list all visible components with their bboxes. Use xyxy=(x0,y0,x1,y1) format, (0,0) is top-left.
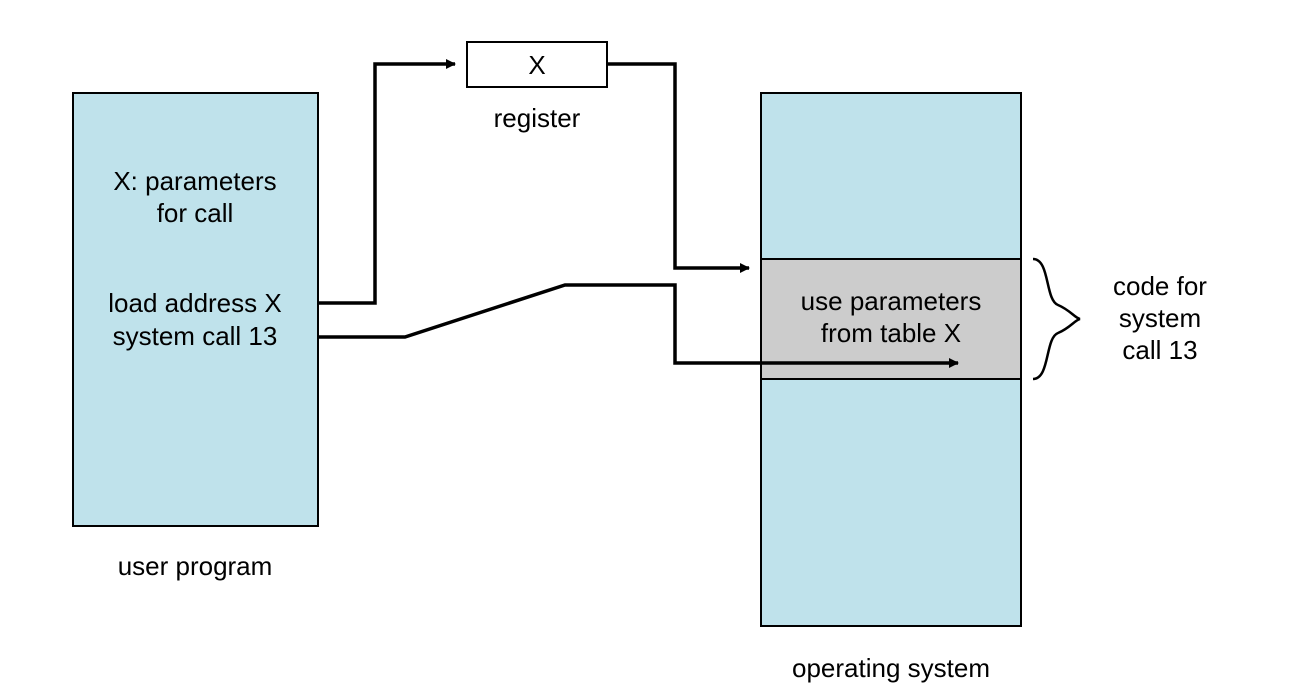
user-program-param-line1: X: parameters xyxy=(113,166,276,196)
register-label: register xyxy=(494,103,581,133)
arrow-loadaddr-to-register xyxy=(318,64,455,303)
brace-icon xyxy=(1033,259,1080,379)
annotation-line1: code for xyxy=(1113,271,1207,301)
arrow-register-to-os xyxy=(607,64,749,268)
user-program-label: user program xyxy=(118,551,273,581)
os-label: operating system xyxy=(792,653,990,683)
user-program-syscall: system call 13 xyxy=(113,321,278,351)
annotation-line3: call 13 xyxy=(1122,335,1197,365)
user-program-load-addr: load address X xyxy=(108,288,281,318)
syscall-diagram: X: parameters for call load address X sy… xyxy=(0,0,1292,696)
register-value: X xyxy=(528,50,545,80)
os-segment-line1: use parameters xyxy=(801,286,982,316)
os-segment-line2: from table X xyxy=(821,318,961,348)
annotation-line2: system xyxy=(1119,303,1201,333)
user-program-param-line2: for call xyxy=(157,198,234,228)
